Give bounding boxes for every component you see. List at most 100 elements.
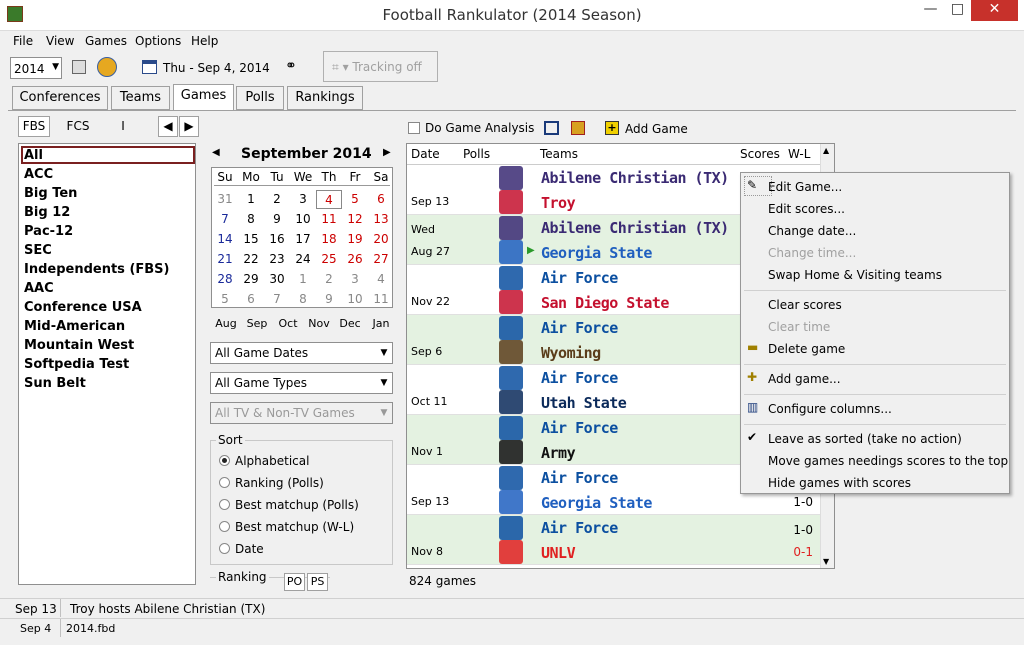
cal-day[interactable]: 8 [238, 210, 264, 229]
report-icon[interactable] [571, 121, 585, 135]
maximize-button[interactable]: □ [944, 0, 971, 21]
cal-day[interactable]: 19 [342, 230, 368, 249]
tracking-button[interactable]: ⌗ ▾ Tracking off [323, 51, 438, 82]
cal-next-icon[interactable]: ▶ [383, 147, 391, 158]
cal-day[interactable]: 7 [212, 210, 238, 229]
division-i-button[interactable]: I [108, 116, 138, 137]
conference-item[interactable]: AAC [24, 281, 54, 296]
cal-day[interactable]: 16 [264, 230, 290, 249]
col-wl[interactable]: W-L [788, 147, 810, 161]
cal-prev-icon[interactable]: ◀ [212, 147, 220, 158]
cal-day[interactable]: 21 [212, 250, 238, 269]
menu-item-hide-games[interactable]: Hide games with scores [768, 476, 911, 490]
save-icon[interactable] [72, 60, 86, 74]
radio-icon[interactable] [219, 521, 230, 532]
menu-item-configure-columns[interactable]: Configure columns... [768, 402, 892, 416]
menu-item-change-date[interactable]: Change date... [768, 224, 856, 238]
tab-games[interactable]: Games [173, 84, 234, 111]
cal-day[interactable]: 1 [290, 270, 316, 289]
tv-filter-select[interactable]: All TV & Non-TV Games ▼ [210, 402, 393, 424]
col-polls[interactable]: Polls [463, 147, 490, 161]
ranking-po-button[interactable]: PO [284, 573, 305, 591]
division-fbs-button[interactable]: FBS [18, 116, 50, 137]
next-arrow-icon[interactable]: ▶ [179, 116, 199, 137]
menu-item-clear-scores[interactable]: Clear scores [768, 298, 842, 312]
division-fcs-button[interactable]: FCS [58, 116, 98, 137]
conference-item[interactable]: Mid-American [24, 319, 125, 334]
cal-day[interactable]: 15 [238, 230, 264, 249]
cal-day[interactable]: 9 [316, 290, 342, 309]
month-button[interactable]: Sep [242, 317, 272, 330]
radio-icon[interactable] [219, 477, 230, 488]
cal-day[interactable]: 6 [238, 290, 264, 309]
cal-day[interactable]: 2 [264, 190, 290, 209]
add-game-label[interactable]: Add Game [625, 122, 688, 136]
cal-day[interactable]: 12 [342, 210, 368, 229]
menu-item-clear-time[interactable]: Clear time [768, 320, 830, 334]
cal-day[interactable]: 24 [290, 250, 316, 269]
menu-item-leave-sorted[interactable]: Leave as sorted (take no action) [768, 432, 962, 446]
cal-day[interactable]: 11 [368, 290, 394, 309]
menu-item-delete-game[interactable]: Delete game [768, 342, 845, 356]
add-icon[interactable]: + [605, 121, 619, 135]
cal-day[interactable]: 5 [212, 290, 238, 309]
scroll-up-icon[interactable]: ▲ [823, 146, 829, 155]
scroll-down-icon[interactable]: ▼ [823, 557, 829, 566]
sort-option[interactable]: Best matchup (W-L) [219, 520, 354, 534]
cal-day[interactable]: 6 [368, 190, 394, 209]
tab-teams[interactable]: Teams [111, 86, 170, 110]
cal-day[interactable]: 3 [290, 190, 316, 209]
conference-item[interactable]: Sun Belt [24, 376, 86, 391]
sort-option[interactable]: Alphabetical [219, 454, 309, 468]
conference-item[interactable]: SEC [24, 243, 52, 258]
cal-day[interactable]: 29 [238, 270, 264, 289]
date-filter-select[interactable]: All Game Dates ▼ [210, 342, 393, 364]
sort-option[interactable]: Best matchup (Polls) [219, 498, 359, 512]
conference-item[interactable]: ACC [24, 167, 53, 182]
conference-list[interactable]: All ACC Big Ten Big 12 Pac-12 SEC Independents… [18, 143, 196, 585]
cal-day[interactable]: 31 [212, 190, 238, 209]
calendar-icon[interactable] [142, 60, 157, 74]
cal-day[interactable]: 10 [290, 210, 316, 229]
month-button[interactable]: Oct [273, 317, 303, 330]
cal-day[interactable]: 13 [368, 210, 394, 229]
col-date[interactable]: Date [411, 147, 440, 161]
cal-day[interactable]: 14 [212, 230, 238, 249]
conference-item[interactable]: Pac-12 [24, 224, 73, 239]
conference-item[interactable]: Mountain West [24, 338, 134, 353]
cal-day[interactable]: 17 [290, 230, 316, 249]
calendar-grid[interactable]: Su Mo Tu We Th Fr Sa 31 1 2 3 4 5 6 7 8 9 10 11 12 13 14 15 16 1… [211, 167, 393, 308]
radio-icon[interactable] [219, 455, 230, 466]
cal-day[interactable]: 3 [342, 270, 368, 289]
conference-item[interactable]: Big 12 [24, 205, 70, 220]
type-filter-select[interactable]: All Game Types ▼ [210, 372, 393, 394]
cal-day[interactable]: 28 [212, 270, 238, 289]
tab-rankings[interactable]: Rankings [287, 86, 363, 110]
cal-day[interactable]: 1 [238, 190, 264, 209]
cal-day[interactable]: 8 [290, 290, 316, 309]
cal-day[interactable]: 22 [238, 250, 264, 269]
menu-file[interactable]: File [13, 34, 33, 48]
col-teams[interactable]: Teams [540, 147, 578, 161]
minimize-button[interactable]: — [917, 0, 944, 21]
cal-day[interactable]: 26 [342, 250, 368, 269]
sort-option[interactable]: Ranking (Polls) [219, 476, 324, 490]
tab-conferences[interactable]: Conferences [12, 86, 108, 110]
month-button[interactable]: Aug [211, 317, 241, 330]
conference-item[interactable]: Big Ten [24, 186, 77, 201]
cal-day[interactable]: 23 [264, 250, 290, 269]
menu-item-edit-scores[interactable]: Edit scores... [768, 202, 845, 216]
cal-day[interactable]: 25 [316, 250, 342, 269]
cal-day[interactable]: 27 [368, 250, 394, 269]
menu-item-add-game[interactable]: Add game... [768, 372, 841, 386]
cal-day[interactable]: 4 [316, 190, 342, 209]
radio-icon[interactable] [219, 499, 230, 510]
conference-item[interactable]: All [24, 148, 43, 163]
menu-item-edit-game[interactable]: Edit Game... [768, 180, 842, 194]
tab-polls[interactable]: Polls [236, 86, 284, 110]
cal-day[interactable]: 11 [316, 210, 342, 229]
month-button[interactable]: Nov [304, 317, 334, 330]
season-select[interactable]: 2014 ▼ [10, 57, 62, 79]
conference-item[interactable]: Softpedia Test [24, 357, 129, 372]
month-button[interactable]: Dec [335, 317, 365, 330]
